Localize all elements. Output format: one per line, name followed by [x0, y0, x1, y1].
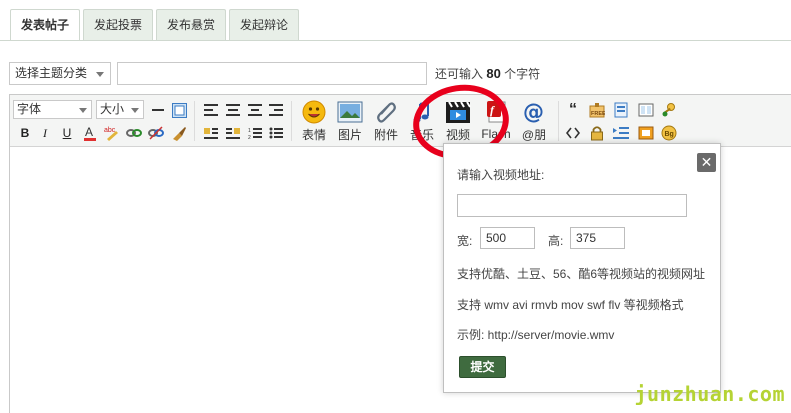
- svg-text:FREE: FREE: [591, 111, 605, 117]
- tab-start-poll[interactable]: 发起投票: [83, 9, 154, 40]
- mention-button[interactable]: @ @朋: [516, 99, 552, 143]
- quote-icon[interactable]: “: [564, 101, 582, 119]
- code-icon[interactable]: [564, 124, 582, 142]
- attachment-button-label: 附件: [373, 128, 398, 142]
- flash-button-label: Flash: [481, 127, 511, 141]
- ordered-list-icon[interactable]: 12: [246, 124, 264, 142]
- svg-text:@: @: [523, 100, 544, 124]
- attachment-button[interactable]: 附件: [368, 99, 404, 143]
- image-button[interactable]: 图片: [332, 99, 368, 143]
- at-sign-icon: @: [521, 99, 547, 124]
- counter-suffix: 个字符: [504, 66, 541, 81]
- tab-post-thread[interactable]: 发表帖子: [10, 9, 81, 41]
- box-icon[interactable]: [637, 124, 655, 142]
- chevron-down-icon: [79, 108, 87, 113]
- height-input[interactable]: 375: [570, 227, 625, 249]
- video-url-label: 请输入视频地址:: [457, 168, 545, 182]
- font-size-select[interactable]: 大小: [96, 100, 144, 119]
- video-button-label: 视频: [445, 128, 470, 142]
- paperclip-icon: [373, 99, 399, 124]
- chevron-down-icon: [96, 71, 104, 77]
- post-type-tabs: 发表帖子 发起投票 发布悬赏 发起辩论: [10, 9, 300, 41]
- free-icon[interactable]: FREE: [588, 101, 606, 119]
- clear-format-icon[interactable]: [170, 124, 188, 142]
- category-select[interactable]: 选择主题分类: [9, 61, 111, 85]
- font-family-select-value: 字体: [17, 102, 42, 116]
- svg-text:A: A: [85, 125, 93, 139]
- insert-video-dialog: ✕ 请输入视频地址: 宽: 500 高: 375 支持优酷、土豆、56、酷6等视…: [443, 143, 721, 393]
- image-icon: [337, 99, 363, 124]
- subject-row: 选择主题分类 还可输入 80 个字符: [9, 61, 540, 85]
- table-icon[interactable]: [170, 101, 188, 119]
- horizontal-rule-icon[interactable]: [149, 101, 167, 119]
- align-right-icon[interactable]: [267, 101, 285, 119]
- height-label: 高:: [548, 234, 564, 248]
- emoji-button[interactable]: 表情: [296, 99, 332, 143]
- submit-button[interactable]: 提交: [459, 356, 506, 378]
- font-family-select[interactable]: 字体: [13, 100, 92, 119]
- toolbar-separator: [291, 101, 292, 141]
- supported-formats-text: 支持 wmv avi rmvb mov swf flv 等视频格式: [457, 298, 684, 312]
- tab-start-debate[interactable]: 发起辩论: [229, 9, 300, 40]
- float-right-icon[interactable]: [224, 124, 242, 142]
- columns-icon[interactable]: [637, 101, 655, 119]
- align-center-icon[interactable]: [224, 101, 242, 119]
- page-icon[interactable]: [612, 101, 630, 119]
- music-button[interactable]: 音乐: [404, 99, 440, 143]
- watermark-text: junzhuan.com: [634, 382, 785, 406]
- underline-icon[interactable]: U: [58, 124, 76, 142]
- link-icon[interactable]: [125, 124, 143, 142]
- align-left-icon[interactable]: [202, 101, 220, 119]
- font-color-icon[interactable]: A: [81, 124, 99, 142]
- svg-text:2: 2: [248, 135, 251, 140]
- font-size-select-value: 大小: [100, 102, 125, 116]
- chevron-down-icon: [131, 108, 139, 113]
- title-input[interactable]: [117, 61, 427, 85]
- supported-sites-text: 支持优酷、土豆、56、酷6等视频站的视频网址: [457, 267, 706, 281]
- mention-button-label: @朋: [521, 128, 547, 142]
- float-left-icon[interactable]: [202, 124, 220, 142]
- align-justify-icon[interactable]: [246, 101, 264, 119]
- lock-icon[interactable]: [588, 124, 606, 142]
- key-user-icon[interactable]: [660, 101, 678, 119]
- video-url-input[interactable]: [457, 194, 687, 217]
- flash-icon: f: [483, 99, 509, 125]
- bold-icon[interactable]: B: [16, 124, 34, 142]
- background-color-icon[interactable]: abc: [103, 124, 121, 142]
- indent-icon[interactable]: [612, 124, 630, 142]
- unlink-icon[interactable]: [147, 124, 165, 142]
- background-icon[interactable]: Bg: [660, 124, 678, 142]
- tabs-divider: [0, 40, 791, 41]
- width-input[interactable]: 500: [480, 227, 535, 249]
- toolbar-separator: [558, 101, 559, 141]
- close-icon[interactable]: ✕: [697, 153, 716, 172]
- char-counter: 还可输入 80 个字符: [435, 65, 540, 82]
- tab-post-reward[interactable]: 发布悬赏: [156, 9, 227, 40]
- music-button-label: 音乐: [409, 128, 434, 142]
- editor-toolbar: 字体 大小 B I U A abc 1 2 表情 图片 附件 音乐 视频 f F…: [10, 95, 791, 147]
- emoji-button-label: 表情: [301, 128, 326, 142]
- image-button-label: 图片: [337, 128, 362, 142]
- svg-text:1: 1: [248, 128, 251, 134]
- video-button[interactable]: 视频: [440, 99, 476, 143]
- unordered-list-icon[interactable]: [267, 124, 285, 142]
- counter-prefix: 还可输入: [435, 66, 484, 81]
- counter-value: 80: [486, 65, 501, 81]
- width-label: 宽:: [457, 234, 473, 248]
- flash-button[interactable]: f Flash: [478, 99, 514, 143]
- example-url-text: 示例: http://server/movie.wmv: [457, 328, 615, 342]
- category-select-value: 选择主题分类: [15, 65, 88, 80]
- toolbar-separator: [194, 101, 195, 141]
- smiley-icon: [301, 99, 327, 124]
- svg-text:Bg: Bg: [665, 131, 674, 138]
- music-note-icon: [409, 99, 435, 124]
- clapperboard-icon: [445, 99, 471, 124]
- italic-icon[interactable]: I: [36, 124, 54, 142]
